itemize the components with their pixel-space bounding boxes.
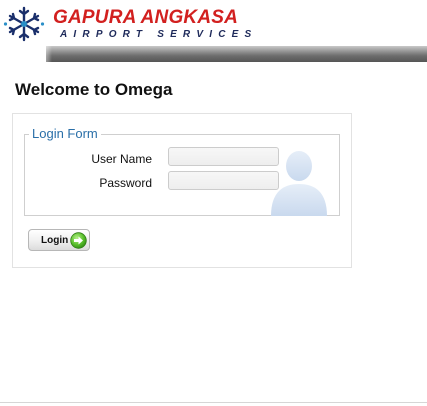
login-button-label: Login xyxy=(41,235,69,246)
login-button[interactable]: Login xyxy=(28,229,90,251)
snowflake-logo-icon xyxy=(3,6,45,42)
green-arrow-right-icon xyxy=(70,232,87,249)
header-divider-bar xyxy=(0,46,427,62)
header: GAPURA ANGKASA AIRPORT SERVICES xyxy=(0,0,427,46)
brand-name: GAPURA ANGKASA xyxy=(53,7,239,28)
username-input[interactable] xyxy=(168,147,279,166)
password-input[interactable] xyxy=(168,171,279,190)
page-title: Welcome to Omega xyxy=(15,80,173,99)
footer-divider xyxy=(0,402,427,403)
password-label: Password xyxy=(99,176,152,190)
username-label: User Name xyxy=(91,152,152,166)
login-page: GAPURA ANGKASA AIRPORT SERVICES Welcome … xyxy=(0,0,427,406)
brand-subtitle: AIRPORT SERVICES xyxy=(60,29,258,40)
login-form-legend: Login Form xyxy=(29,126,101,141)
